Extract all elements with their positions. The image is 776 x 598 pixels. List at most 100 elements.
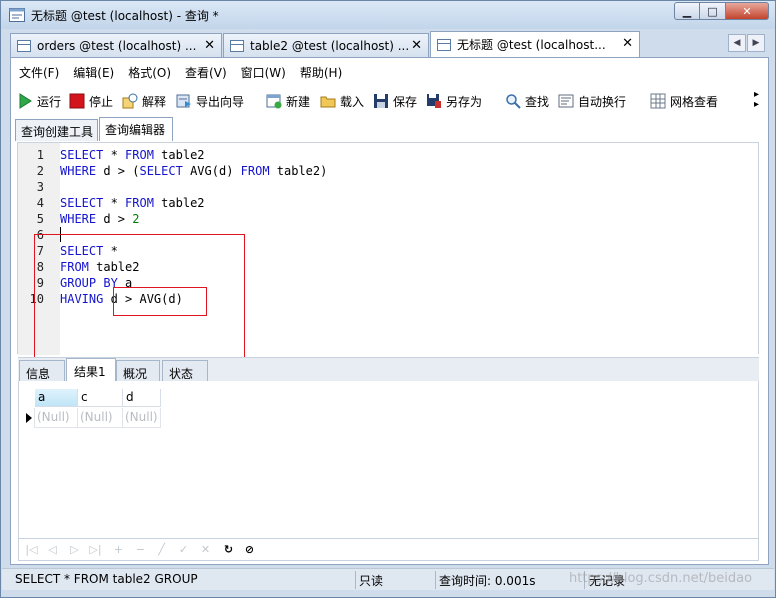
- new-button[interactable]: 新建: [266, 89, 310, 113]
- table-icon: [230, 39, 244, 52]
- save-as-icon: [427, 94, 441, 108]
- toolbar-separator: [256, 91, 257, 111]
- sql-text: d > (: [96, 164, 140, 178]
- first-record-icon[interactable]: |◁: [25, 543, 38, 556]
- tab-close-icon[interactable]: ✕: [204, 38, 215, 53]
- tab-scroll-left-icon[interactable]: ◀: [728, 34, 746, 52]
- maximize-button[interactable]: □: [700, 2, 726, 20]
- search-icon: [506, 94, 521, 109]
- word-wrap-button[interactable]: 自动换行: [558, 89, 626, 113]
- tab-close-icon[interactable]: ✕: [411, 38, 422, 53]
- edit-record-icon[interactable]: ╱: [155, 543, 168, 556]
- run-button[interactable]: 运行: [17, 89, 61, 113]
- stop-button[interactable]: 停止: [69, 89, 113, 113]
- tab-info[interactable]: 信息: [19, 360, 65, 382]
- window-controls: ▁ □ ✕: [674, 2, 769, 20]
- line-number: 3: [36, 180, 44, 194]
- close-button[interactable]: ✕: [726, 2, 769, 20]
- document-tabs: orders @test (localhost) ... ✕ table2 @t…: [10, 31, 770, 57]
- stop-icon[interactable]: ⊘: [243, 543, 256, 556]
- sql-keyword: SELECT: [60, 148, 104, 162]
- table-cell[interactable]: (Null): [78, 408, 123, 428]
- menu-format[interactable]: 格式(O): [120, 61, 177, 83]
- code-text: WHERE d > 2: [60, 211, 139, 227]
- sql-text: AVG(d): [182, 164, 241, 178]
- tab-query-builder[interactable]: 查询创建工具: [15, 119, 98, 141]
- sql-text: table2): [269, 164, 328, 178]
- toolbar-separator: [495, 91, 496, 111]
- menu-view[interactable]: 查看(V): [177, 61, 233, 83]
- add-record-icon[interactable]: +: [112, 543, 125, 556]
- load-label: 载入: [340, 94, 365, 109]
- status-separator: [355, 571, 356, 589]
- sql-keyword: WHERE: [60, 212, 97, 226]
- result-grid[interactable]: a c d (Null) (Null) (Null): [18, 381, 759, 539]
- grid-view-button[interactable]: 网格查看: [650, 89, 718, 113]
- tab-profile[interactable]: 概况: [116, 360, 160, 382]
- refresh-icon[interactable]: ↻: [222, 543, 235, 556]
- save-as-button[interactable]: 另存为: [426, 89, 482, 113]
- table-cell[interactable]: (Null): [35, 408, 78, 428]
- word-wrap-icon: [558, 94, 574, 108]
- explain-button[interactable]: 解释: [122, 89, 166, 113]
- sql-keyword: FROM: [125, 196, 154, 210]
- window-title: 无标题 @test (localhost) - 查询 *: [31, 9, 219, 23]
- explain-icon: [122, 93, 138, 109]
- current-row-indicator-icon: [23, 408, 35, 428]
- tab-result1[interactable]: 结果1: [66, 358, 116, 382]
- query-app-icon: [9, 8, 25, 22]
- tab-label: table2 @test (localhost) ...: [250, 38, 410, 53]
- tab-orders[interactable]: orders @test (localhost) ... ✕: [10, 33, 222, 57]
- menu-file[interactable]: 文件(F): [11, 61, 65, 83]
- tab-scroll-right-icon[interactable]: ▶: [747, 34, 765, 52]
- next-record-icon[interactable]: ▷: [68, 543, 81, 556]
- record-navigation-bar: |◁ ◁ ▷ ▷| + − ╱ ✓ ✕ ↻ ⊘: [18, 539, 759, 561]
- code-text: SELECT * FROM table2: [60, 147, 205, 163]
- toolbar: 运行 停止 解释 导出向导 新建 载入 保存 另存为 查找 自动换行 网格查看 …: [11, 88, 767, 114]
- tab-label: 无标题 @test (localhost...: [457, 38, 606, 52]
- result-tabs: 信息 结果1 概况 状态: [18, 357, 759, 382]
- table-cell[interactable]: (Null): [123, 408, 161, 428]
- tab-status[interactable]: 状态: [162, 360, 208, 382]
- export-wizard-button[interactable]: 导出向导: [176, 89, 244, 113]
- status-separator: [435, 571, 436, 589]
- previous-record-icon[interactable]: ◁: [46, 543, 59, 556]
- menu-bar: 文件(F) 编辑(E) 格式(O) 查看(V) 窗口(W) 帮助(H): [11, 61, 348, 83]
- save-button[interactable]: 保存: [373, 89, 417, 113]
- discard-changes-icon[interactable]: ✕: [199, 543, 212, 556]
- stop-icon: [69, 93, 85, 109]
- column-header-a[interactable]: a: [35, 389, 78, 407]
- menu-help[interactable]: 帮助(H): [292, 61, 348, 83]
- sql-text: *: [103, 148, 126, 162]
- stop-label: 停止: [89, 94, 114, 109]
- status-sql: SELECT * FROM table2 GROUP: [15, 572, 198, 586]
- highlight-box: [113, 287, 207, 316]
- tab-close-icon[interactable]: ✕: [622, 36, 633, 51]
- menu-window[interactable]: 窗口(W): [233, 61, 292, 83]
- new-query-icon: [266, 94, 282, 109]
- tab-untitled-query[interactable]: 无标题 @test (localhost... ✕: [430, 31, 640, 57]
- status-readonly: 只读: [359, 574, 384, 588]
- sql-keyword: FROM: [240, 164, 270, 178]
- last-record-icon[interactable]: ▷|: [89, 543, 102, 556]
- menu-edit[interactable]: 编辑(E): [65, 61, 120, 83]
- grid-icon: [650, 93, 666, 109]
- delete-record-icon[interactable]: −: [134, 543, 147, 556]
- load-button[interactable]: 载入: [320, 89, 364, 113]
- run-label: 运行: [37, 94, 62, 109]
- export-wizard-label: 导出向导: [196, 94, 245, 109]
- tab-table2[interactable]: table2 @test (localhost) ... ✕: [223, 33, 429, 57]
- find-label: 查找: [525, 94, 550, 109]
- minimize-button[interactable]: ▁: [674, 2, 700, 20]
- toolbar-separator: [640, 91, 641, 111]
- column-header-c[interactable]: c: [78, 389, 123, 407]
- sql-keyword: SELECT: [60, 196, 104, 210]
- find-button[interactable]: 查找: [505, 89, 549, 113]
- code-text: WHERE d > (SELECT AVG(d) FROM table2): [60, 163, 327, 179]
- sql-text: table2: [153, 196, 205, 210]
- save-label: 保存: [393, 94, 418, 109]
- column-header-d[interactable]: d: [123, 389, 161, 407]
- tab-query-editor[interactable]: 查询编辑器: [99, 117, 173, 141]
- toolbar-overflow-icon[interactable]: ▸ ▸: [754, 90, 759, 110]
- apply-changes-icon[interactable]: ✓: [177, 543, 190, 556]
